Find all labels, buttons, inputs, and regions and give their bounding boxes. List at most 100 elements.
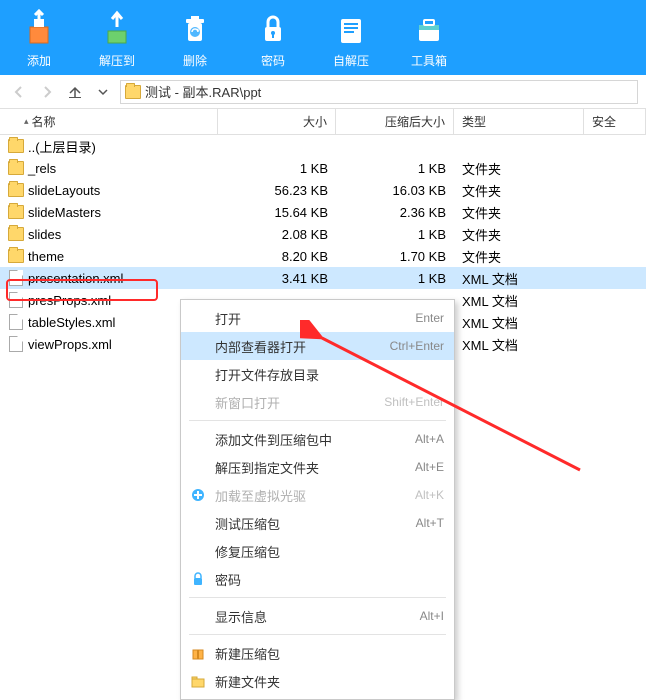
folder-icon [125,85,141,99]
menu-separator [189,634,446,635]
menu-item[interactable]: 添加文件到压缩包中Alt+A [181,425,454,453]
extract-icon [95,6,139,50]
menu-item[interactable]: 修复压缩包 [181,537,454,565]
file-icon [9,270,23,286]
file-name: slideLayouts [28,183,100,198]
menu-item-shortcut: Alt+E [415,460,444,474]
menu-item[interactable]: 显示信息 Alt+I [181,602,454,630]
menu-item[interactable]: 打开Enter [181,304,454,332]
menu-item-label: 显示信息 [215,607,267,626]
toolbar-add[interactable]: 添加 [0,6,78,75]
folder-icon [8,139,24,153]
newzip-icon [189,644,207,662]
nav-forward[interactable] [36,81,58,103]
file-compressed-size: 1 KB [336,161,454,176]
menu-item-label: 打开 [215,309,241,328]
menu-item: 新窗口打开 Shift+Enter [181,388,454,416]
file-name: _rels [28,161,56,176]
nav-dropdown[interactable] [92,81,114,103]
menu-item[interactable]: 打开文件存放目录 [181,360,454,388]
menu-item[interactable]: 密码 [181,565,454,593]
toolbar-extract[interactable]: 解压到 [78,6,156,75]
folder-icon [8,161,24,175]
menu-item-shortcut: Ctrl+Enter [390,339,444,353]
file-row[interactable]: ..(上层目录) [0,135,646,157]
file-type: XML 文档 [454,291,584,310]
file-name: tableStyles.xml [28,315,115,330]
menu-item[interactable]: 内部查看器打开 Ctrl+Enter [181,332,454,360]
context-menu: 打开Enter 内部查看器打开 Ctrl+Enter 打开文件存放目录新窗口打开 Shi… [180,299,455,700]
file-name: slideMasters [28,205,101,220]
file-row[interactable]: slideMasters15.64 KB2.36 KB文件夹 [0,201,646,223]
file-type: 文件夹 [454,181,584,200]
file-size: 15.64 KB [218,205,336,220]
main-toolbar: 添加 解压到 删除 密码 自解压 工具箱 [0,0,646,75]
toolbar-toolbox[interactable]: 工具箱 [390,6,468,75]
folder-icon [8,205,24,219]
file-name: presentation.xml [28,271,123,286]
folder-icon [8,183,24,197]
file-row[interactable]: _rels1 KB1 KB文件夹 [0,157,646,179]
menu-item[interactable]: 新建文件夹 [181,667,454,695]
menu-item-label: 新建文件夹 [215,672,280,691]
path-input[interactable]: 测试 - 副本.RAR\ppt [120,80,638,104]
menu-item-label: 密码 [215,570,241,589]
menu-item: 加载至虚拟光驱Alt+K [181,481,454,509]
menu-item[interactable]: 新建压缩包 [181,639,454,667]
lock-icon [189,570,207,588]
toolbox-icon [407,6,451,50]
menu-item-shortcut: Shift+Enter [384,395,444,409]
toolbar-delete[interactable]: 删除 [156,6,234,75]
file-type: 文件夹 [454,159,584,178]
menu-item-shortcut: Alt+I [420,609,444,623]
menu-item-label: 新窗口打开 [215,393,280,412]
menu-item[interactable]: 测试压缩包Alt+T [181,509,454,537]
file-row[interactable]: slideLayouts 56.23 KB16.03 KB文件夹 [0,179,646,201]
menu-item-label: 添加文件到压缩包中 [215,430,332,449]
file-row[interactable]: presentation.xml 3.41 KB1 KBXML 文档 [0,267,646,289]
file-row[interactable]: slides 2.08 KB1 KB文件夹 [0,223,646,245]
file-type: XML 文档 [454,313,584,332]
file-type: 文件夹 [454,203,584,222]
sfx-icon [329,6,373,50]
file-row[interactable]: theme8.20 KB1.70 KB文件夹 [0,245,646,267]
menu-item[interactable]: 解压到指定文件夹 Alt+E [181,453,454,481]
folder-icon [8,249,24,263]
file-type: XML 文档 [454,269,584,288]
menu-item-label: 内部查看器打开 [215,337,306,356]
header-compressed-size[interactable]: 压缩后大小 [336,109,454,134]
add-icon [17,6,61,50]
plus-icon [189,486,207,504]
menu-item-shortcut: Alt+T [416,516,444,530]
toolbar-sfx[interactable]: 自解压 [312,6,390,75]
file-icon [9,292,23,308]
header-safe[interactable]: 安全 [584,109,646,134]
file-name: slides [28,227,61,242]
file-name: theme [28,249,64,264]
file-compressed-size: 1 KB [336,271,454,286]
header-size[interactable]: 大小 [218,109,336,134]
menu-item-label: 修复压缩包 [215,542,280,561]
file-compressed-size: 1 KB [336,227,454,242]
header-type[interactable]: 类型 [454,109,584,134]
file-icon [9,314,23,330]
path-text: 测试 - 副本.RAR\ppt [145,82,261,101]
file-name: presProps.xml [28,293,111,308]
file-size: 2.08 KB [218,227,336,242]
column-headers: ▴名称 大小 压缩后大小 类型 安全 [0,109,646,135]
file-type: 文件夹 [454,225,584,244]
file-size: 56.23 KB [218,183,336,198]
nav-back[interactable] [8,81,30,103]
menu-separator [189,420,446,421]
file-size: 3.41 KB [218,271,336,286]
file-compressed-size: 16.03 KB [336,183,454,198]
menu-item-label: 解压到指定文件夹 [215,458,319,477]
toolbar-password[interactable]: 密码 [234,6,312,75]
file-name: viewProps.xml [28,337,112,352]
header-name[interactable]: ▴名称 [0,109,218,134]
file-size: 1 KB [218,161,336,176]
menu-item-shortcut: Alt+K [415,488,444,502]
nav-up[interactable] [64,81,86,103]
password-icon [251,6,295,50]
menu-item-label: 打开文件存放目录 [215,365,319,384]
